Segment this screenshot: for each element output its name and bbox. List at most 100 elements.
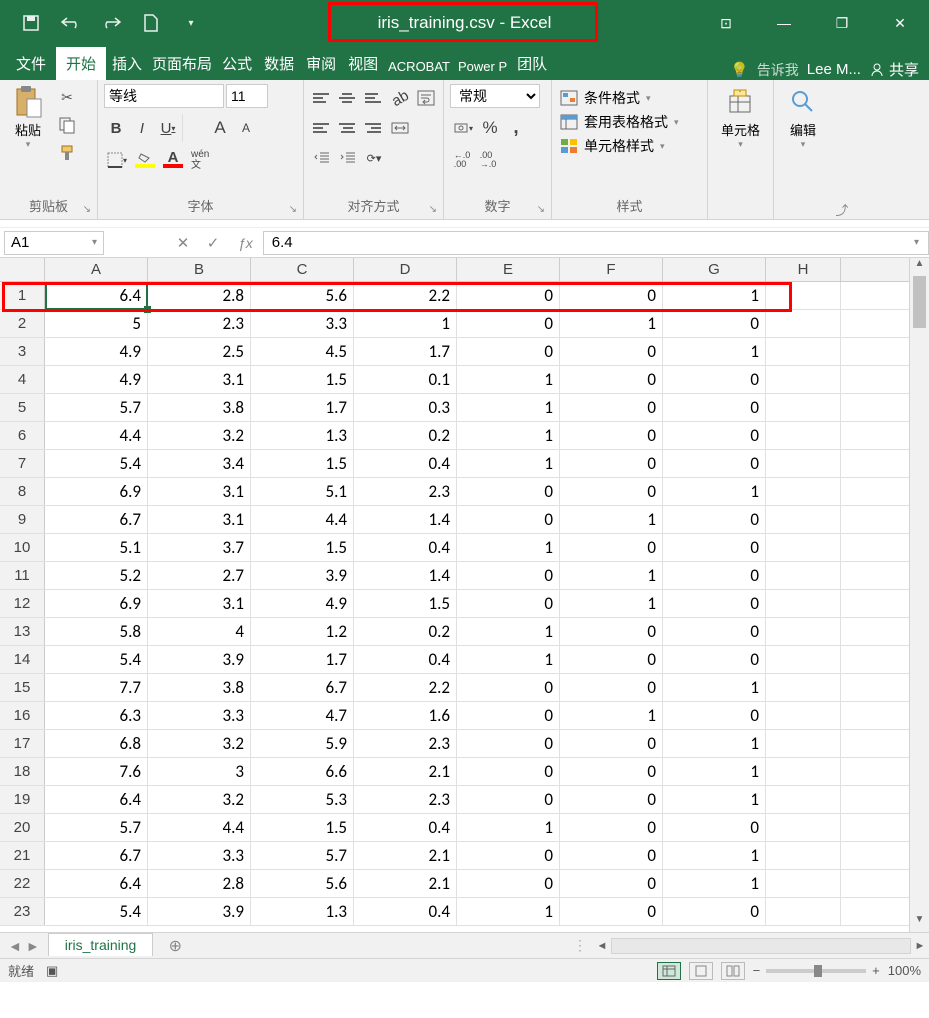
cell[interactable]: 0 [663, 310, 766, 337]
ribbon-collapse-button[interactable]: ⤴ [832, 80, 852, 219]
cell[interactable]: 3.1 [148, 590, 251, 617]
copy-button[interactable] [54, 112, 80, 138]
tab-acrobat[interactable]: ACROBAT [384, 53, 454, 80]
cell[interactable]: 5.9 [251, 730, 354, 757]
cell[interactable]: 2.8 [148, 870, 251, 897]
cell[interactable]: 1 [663, 478, 766, 505]
cell[interactable]: 3.8 [148, 674, 251, 701]
cell[interactable]: 0 [560, 758, 663, 785]
fill-color-button[interactable] [132, 146, 158, 174]
cell[interactable] [766, 618, 841, 645]
cell[interactable]: 1.4 [354, 506, 457, 533]
cell[interactable]: 4.9 [251, 590, 354, 617]
cell[interactable]: 0 [560, 786, 663, 813]
cell[interactable]: 0 [560, 618, 663, 645]
cell[interactable]: 4.4 [45, 422, 148, 449]
cell[interactable]: 0.3 [354, 394, 457, 421]
cell[interactable]: 2.8 [148, 282, 251, 309]
cell[interactable]: 6.7 [45, 842, 148, 869]
cell[interactable]: 0 [560, 842, 663, 869]
cell[interactable]: 0 [560, 870, 663, 897]
cell[interactable]: 6.4 [45, 870, 148, 897]
cell[interactable]: 0 [663, 702, 766, 729]
borders-button[interactable]: ▾ [104, 146, 130, 174]
cell[interactable] [766, 422, 841, 449]
row-header[interactable]: 17 [0, 730, 45, 757]
cell[interactable]: 0 [560, 898, 663, 925]
cell[interactable]: 6.7 [45, 506, 148, 533]
cell[interactable]: 1 [663, 730, 766, 757]
cell[interactable]: 1.7 [251, 646, 354, 673]
cell[interactable]: 1 [457, 450, 560, 477]
cell[interactable] [766, 310, 841, 337]
column-header-F[interactable]: F [560, 258, 663, 281]
cell[interactable]: 5.6 [251, 870, 354, 897]
cell[interactable]: 6.6 [251, 758, 354, 785]
cell[interactable]: 0 [457, 562, 560, 589]
cell[interactable]: 5.7 [45, 814, 148, 841]
format-painter-button[interactable] [54, 140, 80, 166]
cell[interactable] [766, 450, 841, 477]
cell[interactable]: 0 [560, 814, 663, 841]
cell[interactable]: 1.7 [354, 338, 457, 365]
cell[interactable]: 5.7 [251, 842, 354, 869]
hscroll-right[interactable]: ► [911, 940, 929, 952]
increase-indent-button[interactable] [336, 144, 360, 172]
cell[interactable]: 0 [560, 282, 663, 309]
cell[interactable]: 0 [663, 422, 766, 449]
scroll-down-arrow[interactable]: ▼ [910, 914, 929, 932]
row-header[interactable]: 11 [0, 562, 45, 589]
bold-button[interactable]: B [104, 114, 128, 142]
cell[interactable] [766, 534, 841, 561]
cell[interactable]: 0 [663, 562, 766, 589]
select-all-corner[interactable] [0, 258, 45, 281]
align-left-button[interactable] [310, 114, 334, 142]
macro-record-icon[interactable]: ▣ [46, 963, 58, 979]
cell[interactable]: 5.3 [251, 786, 354, 813]
column-header-H[interactable]: H [766, 258, 841, 281]
conditional-formatting-button[interactable]: 条件格式▾ [560, 88, 679, 108]
column-header-A[interactable]: A [45, 258, 148, 281]
cell[interactable]: 1 [457, 422, 560, 449]
redo-icon[interactable] [100, 12, 122, 34]
cell[interactable]: 6.8 [45, 730, 148, 757]
cell[interactable]: 2.1 [354, 870, 457, 897]
percent-button[interactable]: % [478, 114, 502, 142]
cell[interactable]: 0 [560, 450, 663, 477]
cell[interactable]: 0 [457, 310, 560, 337]
cell[interactable]: 0 [457, 282, 560, 309]
restore-button[interactable]: ❐ [813, 0, 871, 46]
cell[interactable]: 0.4 [354, 450, 457, 477]
vertical-scrollbar[interactable]: ▲ ▼ [909, 258, 929, 932]
cell[interactable]: 0 [663, 814, 766, 841]
accept-formula-button[interactable]: ✓ [198, 229, 228, 257]
sheet-nav-prev[interactable]: ◄ [8, 938, 22, 954]
cell[interactable]: 0 [560, 422, 663, 449]
align-top-button[interactable] [310, 84, 334, 112]
row-header[interactable]: 16 [0, 702, 45, 729]
zoom-level[interactable]: 100% [888, 963, 921, 978]
cell[interactable] [766, 478, 841, 505]
cell[interactable]: 0.4 [354, 534, 457, 561]
tab-page-layout[interactable]: 页面布局 [148, 47, 216, 80]
underline-button[interactable]: U▾ [156, 114, 180, 142]
cell[interactable]: 1.5 [354, 590, 457, 617]
column-header-G[interactable]: G [663, 258, 766, 281]
cancel-formula-button[interactable]: ✕ [168, 229, 198, 257]
cell[interactable]: 0 [457, 338, 560, 365]
cell[interactable]: 3.8 [148, 394, 251, 421]
cell[interactable]: 2.3 [148, 310, 251, 337]
cell[interactable]: 2.3 [354, 786, 457, 813]
cell[interactable] [766, 702, 841, 729]
row-header[interactable]: 9 [0, 506, 45, 533]
row-header[interactable]: 13 [0, 618, 45, 645]
cell[interactable]: 1 [457, 618, 560, 645]
tab-home[interactable]: 开始 [56, 47, 106, 80]
cell[interactable]: 1.4 [354, 562, 457, 589]
grow-font-button[interactable]: A [208, 114, 232, 142]
align-right-button[interactable] [362, 114, 386, 142]
tab-file[interactable]: 文件 [6, 47, 56, 80]
row-header[interactable]: 20 [0, 814, 45, 841]
cell[interactable]: 1 [560, 562, 663, 589]
accounting-format-button[interactable]: ▾ [450, 114, 476, 142]
